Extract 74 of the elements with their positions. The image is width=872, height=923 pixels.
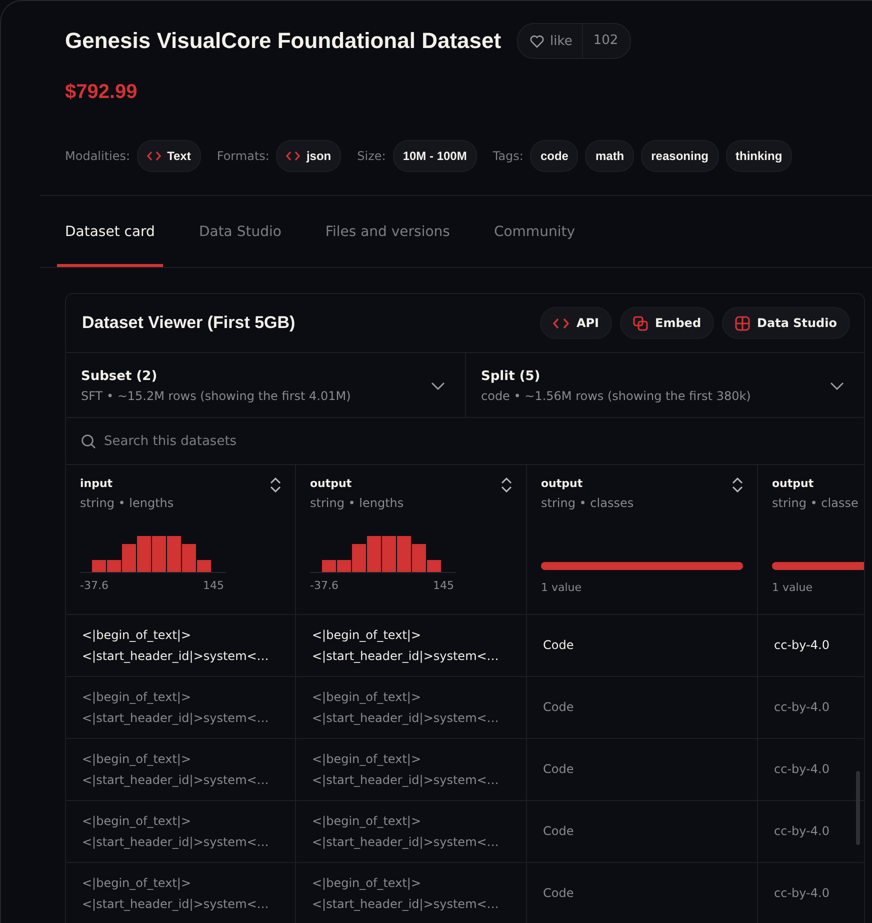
table-cell: <|begin_of_text|> <|start_header_id|>system<… bbox=[66, 801, 296, 863]
table-cell: Code bbox=[527, 615, 758, 677]
dropdown-title: Split (5) bbox=[481, 369, 542, 384]
tag-chip[interactable]: Text bbox=[137, 140, 201, 172]
tag-chip[interactable]: 10M - 100M bbox=[392, 140, 477, 172]
viewer-title: Dataset Viewer (First 5GB) bbox=[82, 313, 296, 333]
tag-chip[interactable]: code bbox=[530, 140, 578, 172]
class-summary: 1 value bbox=[772, 581, 814, 594]
chevron-down-icon bbox=[830, 382, 844, 390]
column-name: output bbox=[541, 477, 584, 490]
tab[interactable]: Data Studio bbox=[190, 198, 290, 267]
code-icon bbox=[553, 318, 570, 328]
dropdown-subtitle: SFT • ~15.2M rows (showing the first 4.01M) bbox=[81, 389, 351, 403]
table-cell: <|begin_of_text|> <|start_header_id|>system<… bbox=[296, 801, 527, 863]
search-icon bbox=[81, 434, 96, 448]
search-field[interactable]: Search this datasets bbox=[102, 432, 406, 450]
range-max: 145 bbox=[203, 579, 224, 592]
table-cell: <|begin_of_text|> <|start_header_id|>system<… bbox=[66, 863, 296, 923]
meta-label: Size: bbox=[357, 149, 386, 163]
tag-chip[interactable]: math bbox=[585, 140, 634, 172]
range-max: 145 bbox=[433, 579, 454, 592]
table-cell: <|begin_of_text|> <|start_header_id|>system<… bbox=[66, 615, 296, 677]
viewer-button[interactable]: API bbox=[540, 307, 612, 339]
column-name: output bbox=[310, 477, 353, 490]
sort-icon[interactable] bbox=[732, 477, 743, 493]
table-cell: cc-by-4.0 bbox=[758, 615, 864, 677]
scrollbar[interactable] bbox=[856, 771, 860, 845]
meta-label: Tags: bbox=[492, 149, 524, 163]
table-cell: Code bbox=[527, 801, 758, 863]
column-name: input bbox=[80, 477, 114, 490]
table-cell: Code bbox=[527, 677, 758, 739]
table-cell: <|begin_of_text|> <|start_header_id|>system<… bbox=[296, 739, 527, 801]
subset-dropdown[interactable]: Subset (2) SFT • ~15.2M rows (showing the first 4.01M) bbox=[66, 353, 465, 417]
column-type: string • lengths bbox=[80, 496, 174, 510]
sort-icon[interactable] bbox=[270, 477, 281, 493]
column-type: string • lengths bbox=[310, 496, 404, 510]
heart-icon bbox=[530, 34, 544, 48]
dataset-title: Genesis VisualCore Foundational Dataset bbox=[65, 28, 502, 54]
table-cell: Code bbox=[527, 739, 758, 801]
table-cell: <|begin_of_text|> <|start_header_id|>system<… bbox=[66, 677, 296, 739]
column-type: string • classe bbox=[772, 496, 858, 510]
column-name: output bbox=[772, 477, 815, 490]
tab[interactable]: Community bbox=[486, 198, 583, 267]
range-min: -37.6 bbox=[80, 579, 108, 592]
tab[interactable]: Dataset card bbox=[57, 198, 163, 267]
grid-icon bbox=[735, 316, 750, 330]
subset-dropdown[interactable]: Split (5) code • ~1.56M rows (showing the first 380k) bbox=[465, 353, 864, 417]
meta-label: Modalities: bbox=[65, 149, 130, 163]
class-summary: 1 value bbox=[541, 581, 583, 594]
viewer-button[interactable]: Data Studio bbox=[722, 307, 850, 339]
chevron-down-icon bbox=[431, 382, 445, 390]
table-cell: cc-by-4.0 bbox=[758, 677, 864, 739]
dropdown-subtitle: code • ~1.56M rows (showing the first 380k) bbox=[481, 389, 751, 403]
like-label: like bbox=[550, 34, 572, 48]
tag-chip[interactable]: json bbox=[276, 140, 342, 172]
range-min: -37.6 bbox=[310, 579, 338, 592]
meta-label: Formats: bbox=[216, 149, 270, 163]
table-cell: <|begin_of_text|> <|start_header_id|>system<… bbox=[296, 863, 527, 923]
tag-chip[interactable]: thinking bbox=[726, 140, 792, 172]
like-count: 102 bbox=[582, 24, 630, 58]
table-cell: Code bbox=[527, 863, 758, 923]
overlapping-squares-icon bbox=[633, 316, 648, 330]
table-cell: <|begin_of_text|> <|start_header_id|>system<… bbox=[296, 615, 527, 677]
tab[interactable]: Files and versions bbox=[317, 198, 458, 267]
like-button[interactable]: like 102 bbox=[517, 23, 632, 59]
table-cell: cc-by-4.0 bbox=[758, 863, 864, 923]
sort-icon[interactable] bbox=[501, 477, 512, 493]
tag-chip[interactable]: reasoning bbox=[641, 140, 718, 172]
dropdown-title: Subset (2) bbox=[81, 369, 158, 384]
viewer-button[interactable]: Embed bbox=[620, 307, 714, 339]
table-cell: <|begin_of_text|> <|start_header_id|>system<… bbox=[296, 677, 527, 739]
price: $792.99 bbox=[65, 81, 138, 104]
table-cell: <|begin_of_text|> <|start_header_id|>system<… bbox=[66, 739, 296, 801]
column-type: string • classes bbox=[541, 496, 634, 510]
